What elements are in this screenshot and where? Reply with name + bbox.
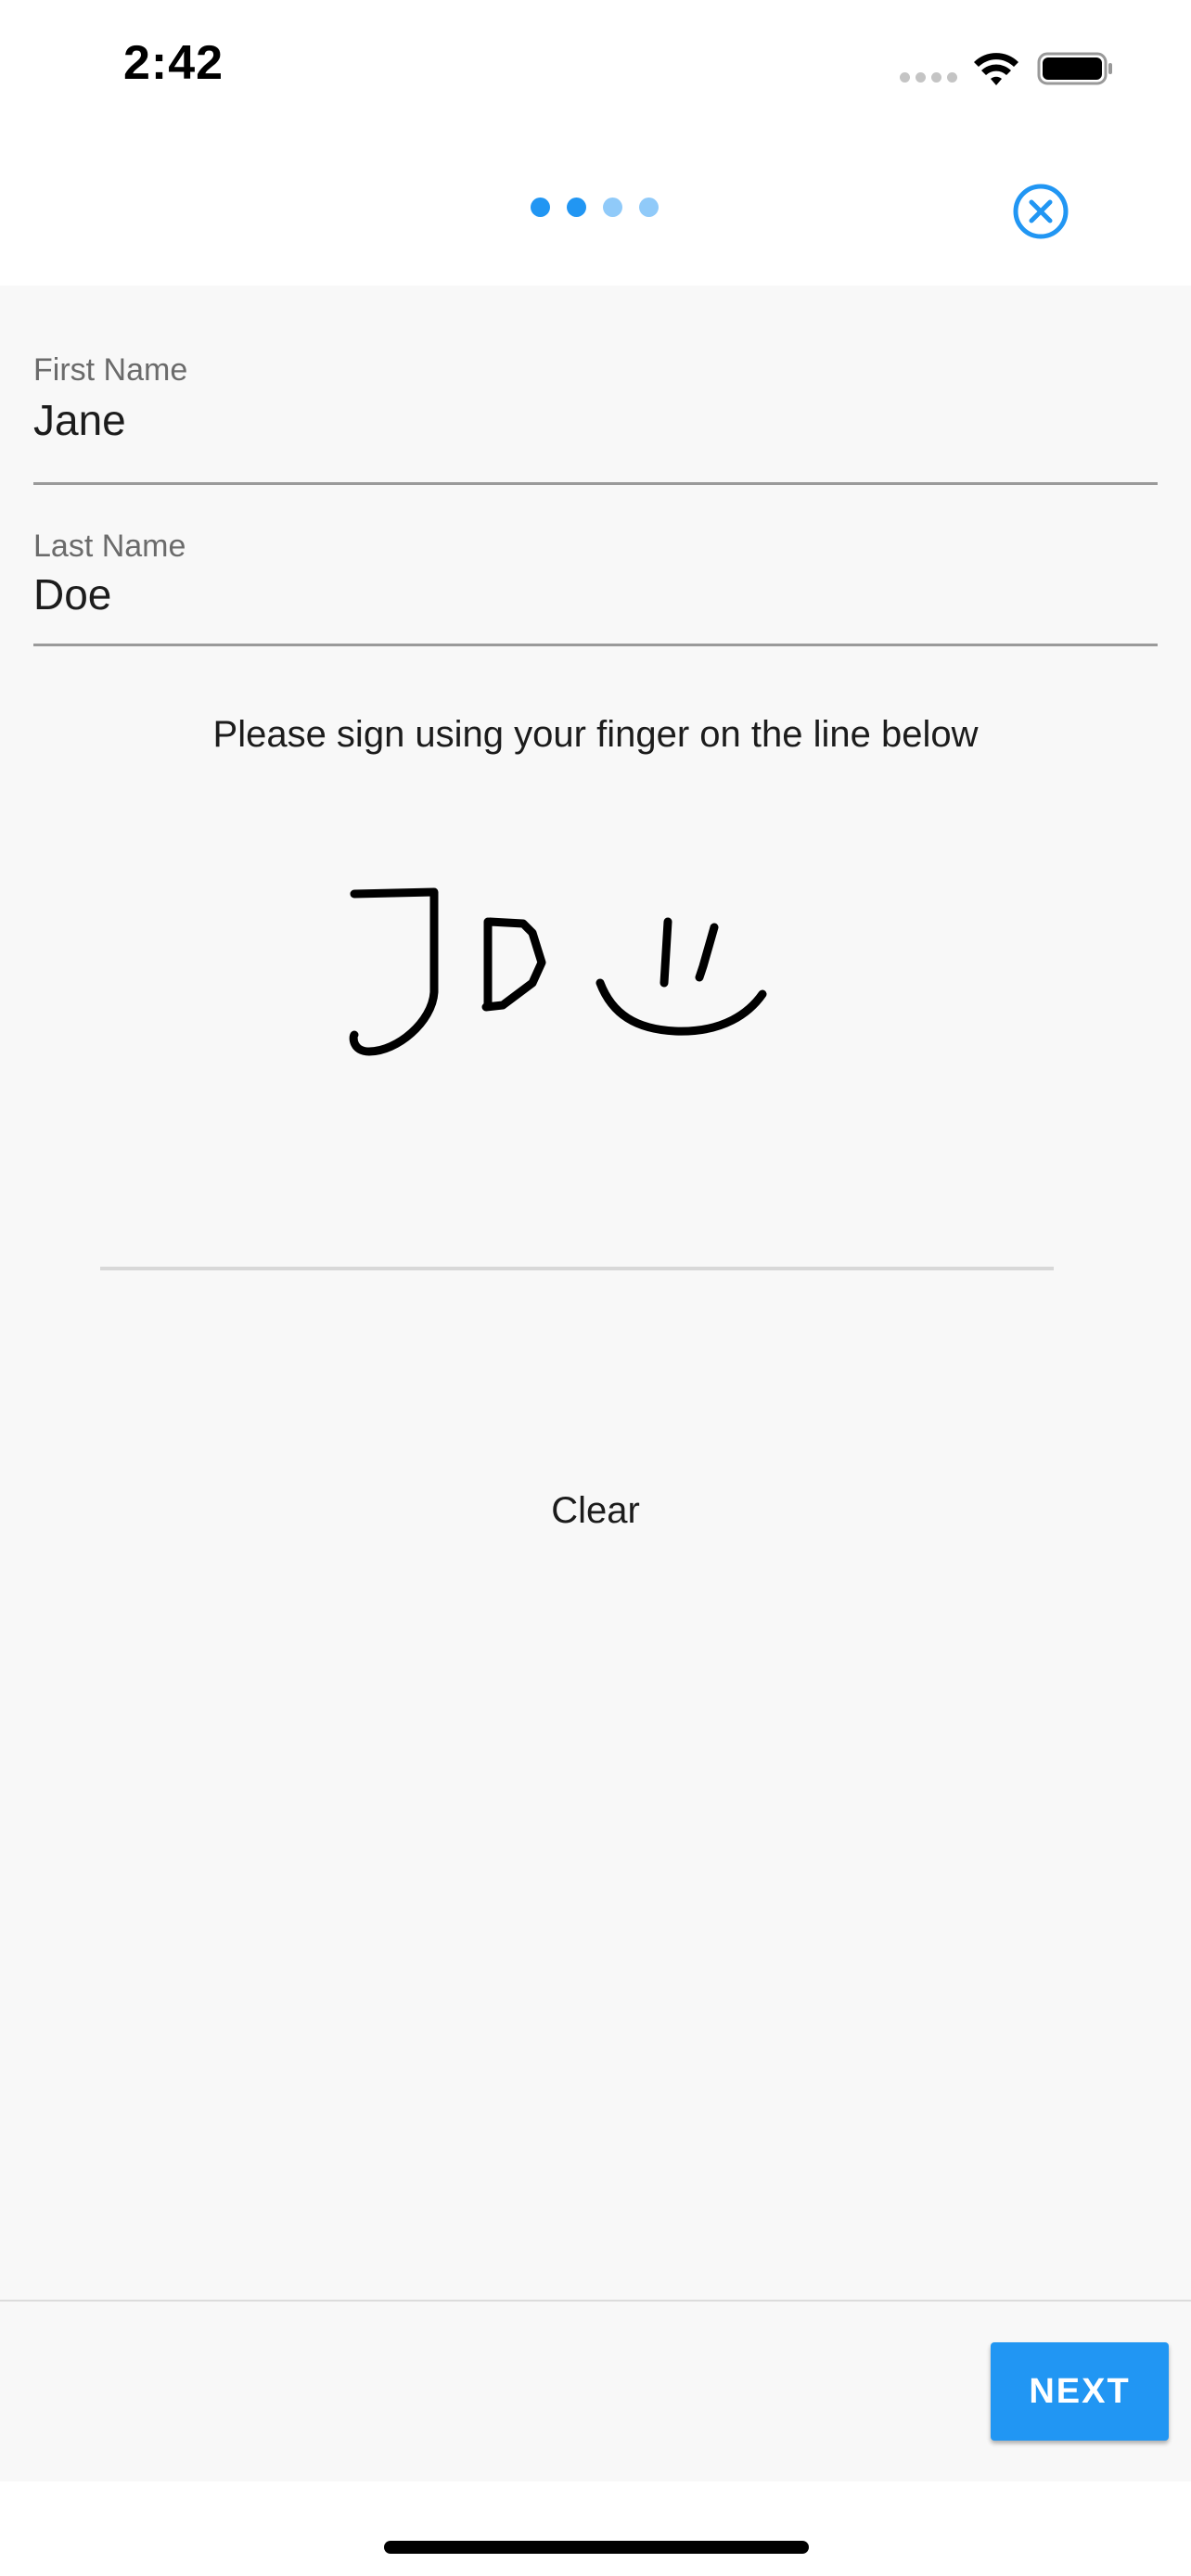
step-dot-3 bbox=[603, 198, 622, 217]
clear-signature-button[interactable]: Clear bbox=[503, 1478, 688, 1543]
wizard-header bbox=[0, 139, 1191, 286]
signature-instructions: Please sign using your finger on the lin… bbox=[212, 714, 979, 755]
step-dot-2 bbox=[567, 198, 586, 217]
home-indicator[interactable] bbox=[384, 2541, 809, 2554]
wizard-footer: NEXT bbox=[0, 2302, 1191, 2481]
first-name-field[interactable]: First Name Jane bbox=[33, 286, 1158, 485]
last-name-label: Last Name bbox=[33, 529, 186, 564]
signature-drawing bbox=[349, 887, 767, 1056]
last-name-value[interactable]: Doe bbox=[33, 569, 111, 619]
step-dot-1 bbox=[531, 198, 550, 217]
home-bar bbox=[0, 2481, 1191, 2576]
signature-form: First Name Jane Last Name Doe Please sig… bbox=[0, 286, 1191, 2302]
close-circle-icon[interactable] bbox=[1013, 184, 1069, 239]
first-name-label: First Name bbox=[33, 352, 188, 388]
first-name-value[interactable]: Jane bbox=[33, 395, 126, 445]
step-dot-4 bbox=[639, 198, 659, 217]
next-button[interactable]: NEXT bbox=[991, 2342, 1169, 2441]
step-indicator bbox=[531, 198, 659, 217]
signature-pad[interactable] bbox=[100, 807, 1054, 1270]
wifi-icon bbox=[974, 53, 1018, 85]
cellular-signal-icon bbox=[900, 72, 957, 83]
signature-line bbox=[100, 1267, 1054, 1270]
status-bar: 2:42 bbox=[0, 0, 1191, 139]
last-name-field[interactable]: Last Name Doe bbox=[33, 482, 1158, 646]
battery-icon bbox=[1037, 52, 1112, 85]
status-time: 2:42 bbox=[123, 36, 224, 90]
